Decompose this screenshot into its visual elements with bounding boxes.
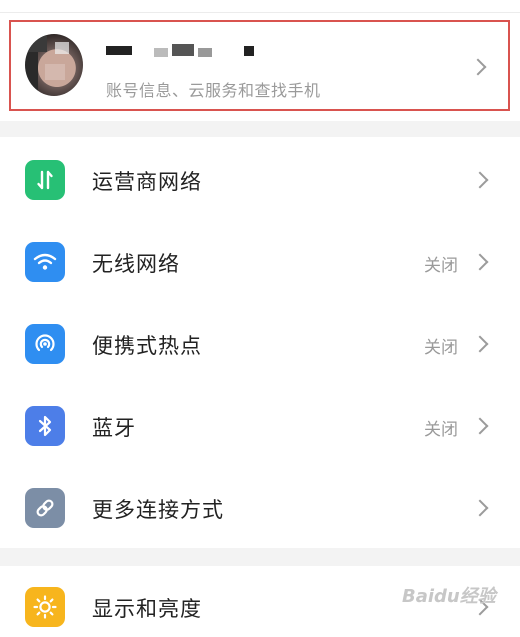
settings-item-bluetooth[interactable]: 蓝牙 关闭 [0, 385, 520, 467]
settings-item-carrier-network[interactable]: 运营商网络 [0, 139, 520, 221]
status-text: 关闭 [424, 338, 458, 358]
settings-item-label: 蓝牙 [92, 416, 136, 440]
chevron-right-icon [471, 335, 489, 353]
account-card[interactable]: 账号信息、云服务和查找手机 [9, 20, 510, 111]
settings-item-label: 无线网络 [92, 252, 180, 276]
bluetooth-icon [25, 406, 65, 446]
section-gap [0, 121, 520, 137]
settings-item-label: 显示和亮度 [92, 597, 202, 621]
settings-item-hotspot[interactable]: 便携式热点 关闭 [0, 303, 520, 385]
top-divider [0, 12, 520, 13]
avatar [25, 34, 83, 96]
settings-item-label: 更多连接方式 [92, 498, 224, 522]
hotspot-icon [25, 324, 65, 364]
chevron-right-icon [471, 171, 489, 189]
account-name-pixelated [106, 40, 286, 60]
brightness-icon [25, 587, 65, 627]
mobile-data-icon [25, 160, 65, 200]
wifi-icon [25, 242, 65, 282]
status-text: 关闭 [424, 256, 458, 276]
settings-item-wifi[interactable]: 无线网络 关闭 [0, 221, 520, 303]
chevron-right-icon [469, 58, 487, 76]
settings-item-label: 运营商网络 [92, 170, 202, 194]
baidu-watermark: Baidu经验 [402, 586, 496, 607]
status-text: 关闭 [424, 420, 458, 440]
chevron-right-icon [471, 417, 489, 435]
link-icon [25, 488, 65, 528]
settings-item-label: 便携式热点 [92, 334, 202, 358]
section-gap [0, 548, 520, 568]
chevron-right-icon [471, 253, 489, 271]
chevron-right-icon [471, 499, 489, 517]
settings-item-more-connections[interactable]: 更多连接方式 [0, 467, 520, 549]
account-subtitle: 账号信息、云服务和查找手机 [106, 81, 321, 100]
